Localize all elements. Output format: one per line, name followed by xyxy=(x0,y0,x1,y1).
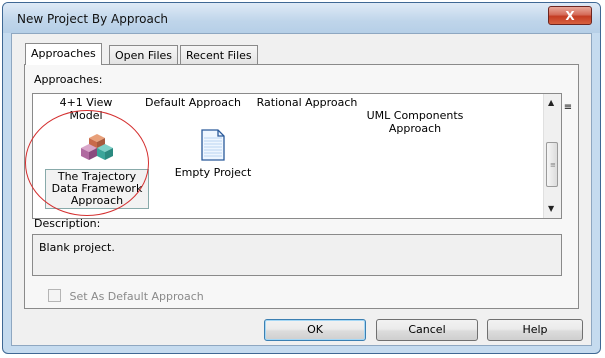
approach-item-label: Rational Approach xyxy=(256,96,358,109)
ok-button[interactable]: OK xyxy=(264,319,366,341)
blank-document-icon xyxy=(201,129,225,161)
tab-recent-files-label: Recent Files xyxy=(186,49,252,62)
tab-open-files[interactable]: Open Files xyxy=(109,45,179,65)
approach-item-empty-project[interactable]: Empty Project xyxy=(173,128,253,179)
dialog-title: New Project By Approach xyxy=(17,12,169,26)
description-box: Blank project. xyxy=(32,234,562,276)
title-bar[interactable]: New Project By Approach X xyxy=(3,3,600,33)
approach-item-uml-components[interactable]: UML Components Approach xyxy=(363,96,467,135)
approach-item-rational[interactable]: Rational Approach xyxy=(253,96,361,109)
tab-recent-files[interactable]: Recent Files xyxy=(180,45,258,65)
description-text: Blank project. xyxy=(39,241,115,254)
close-button[interactable]: X xyxy=(548,6,592,25)
scroll-up-icon[interactable]: ▲ xyxy=(548,98,554,107)
cancel-button[interactable]: Cancel xyxy=(376,319,478,341)
cancel-button-label: Cancel xyxy=(408,323,446,336)
grip-icon: ≡ xyxy=(550,161,556,169)
approaches-scrollbar[interactable]: ▲ ≡ ▼ xyxy=(543,94,561,218)
scroll-down-icon[interactable]: ▼ xyxy=(548,204,554,213)
set-default-label: Set As Default Approach xyxy=(69,290,204,303)
description-label: Description: xyxy=(34,217,101,230)
approaches-label: Approaches: xyxy=(34,73,103,86)
ok-button-label: OK xyxy=(307,323,323,336)
highlight-annotation-ellipse xyxy=(25,110,149,216)
set-default-checkbox-row[interactable]: Set As Default Approach xyxy=(48,289,204,303)
tab-approaches[interactable]: Approaches xyxy=(25,43,102,65)
help-button-label: Help xyxy=(522,323,548,336)
approach-item-label: UML Components Approach xyxy=(366,109,464,135)
scrollbar-thumb[interactable]: ≡ xyxy=(546,142,558,187)
help-button[interactable]: Help xyxy=(487,319,583,341)
close-icon: X xyxy=(565,8,575,23)
tab-open-files-label: Open Files xyxy=(115,49,173,62)
approach-item-label: Empty Project xyxy=(174,166,252,179)
approach-item-label: Default Approach xyxy=(145,96,241,109)
approach-item-default[interactable]: Default Approach xyxy=(143,96,243,109)
set-default-checkbox[interactable] xyxy=(48,289,61,302)
tab-approaches-label: Approaches xyxy=(31,47,96,60)
